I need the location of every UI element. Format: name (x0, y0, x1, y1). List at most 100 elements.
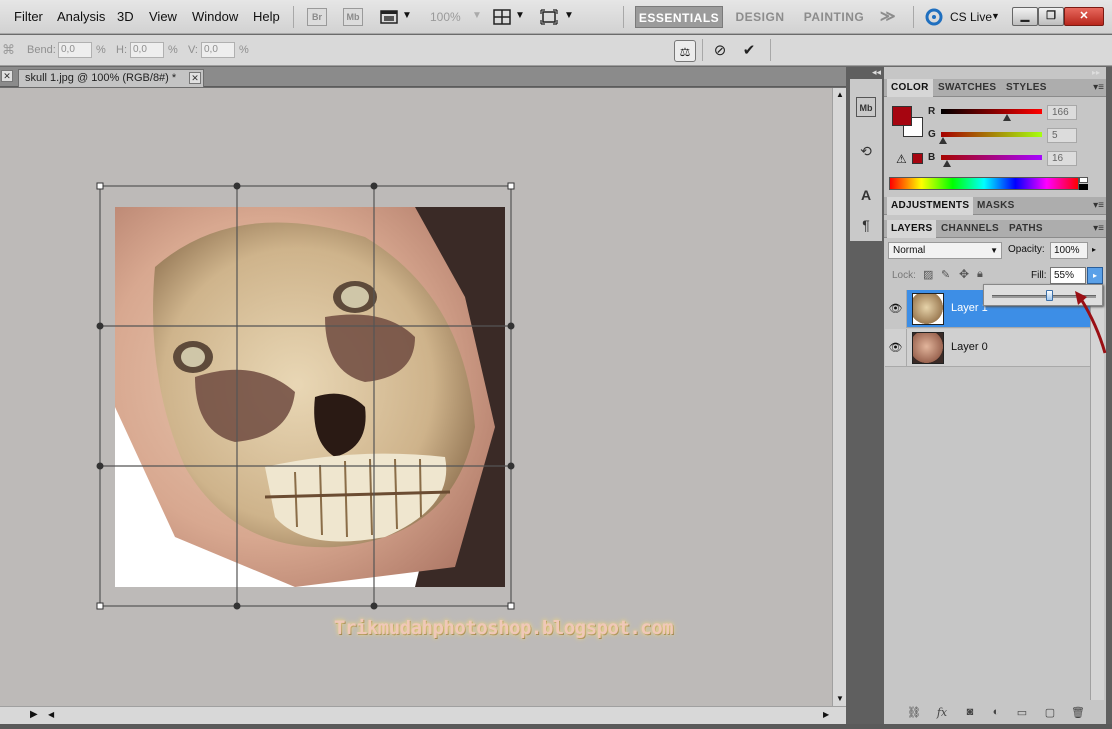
red-slider[interactable] (941, 109, 1042, 114)
menu-window[interactable]: Window (192, 9, 238, 24)
menu-3d[interactable]: 3D (117, 9, 134, 24)
v-distortion-field[interactable]: 0,0 (201, 42, 235, 58)
character-panel-button[interactable]: A (856, 185, 876, 205)
warp-mode-button[interactable]: ⚖ (674, 40, 696, 62)
bridge-button[interactable]: Br (307, 8, 327, 26)
cancel-transform-button[interactable]: ⊘ (709, 40, 731, 62)
close-window-button[interactable]: ✕ (1064, 7, 1104, 26)
green-slider-thumb[interactable] (938, 137, 947, 144)
panel-icon-column: Mb ⟲ A ¶ (850, 79, 882, 241)
fill-slider-thumb[interactable] (1046, 290, 1054, 301)
canvas-area[interactable] (0, 88, 832, 706)
status-bar (0, 724, 1112, 729)
menu-help[interactable]: Help (253, 9, 280, 24)
fill-field[interactable]: 55% (1050, 267, 1086, 284)
close-icon[interactable]: ✕ (1, 70, 13, 82)
zoom-level[interactable]: 100% (430, 10, 461, 24)
opacity-slider-arrow-icon[interactable]: ▸ (1092, 245, 1096, 254)
tab-color[interactable]: COLOR (887, 79, 933, 97)
bend-field[interactable]: 0,0 (58, 42, 92, 58)
vertical-scrollbar[interactable]: ▲ ▼ (832, 88, 846, 706)
tab-swatches[interactable]: SWATCHES (934, 79, 1000, 97)
blue-slider-thumb[interactable] (943, 160, 952, 167)
tab-adjustments[interactable]: ADJUSTMENTS (887, 197, 974, 215)
document-tab[interactable]: skull 1.jpg @ 100% (RGB/8#) * ✕ (18, 69, 204, 87)
horizontal-scrollbar[interactable]: ▶ ◀ ▶ (0, 706, 846, 724)
new-group-icon[interactable]: ▭ (1014, 706, 1030, 720)
cs-live-icon (925, 8, 943, 26)
mini-bridge-button[interactable]: Mb (343, 8, 363, 26)
red-slider-thumb[interactable] (1002, 114, 1011, 121)
blue-channel-label: B (928, 152, 936, 163)
mini-bridge-panel-button[interactable]: Mb (856, 97, 876, 117)
bend-label: Bend: (27, 44, 56, 56)
collapse-panels-icon[interactable]: ◂◂ (872, 67, 881, 78)
opacity-label: Opacity: (1008, 244, 1045, 255)
new-layer-icon[interactable]: ▢ (1042, 706, 1058, 720)
blend-mode-select[interactable]: Normal ▼ (888, 242, 1002, 259)
tab-paths[interactable]: PATHS (1005, 220, 1047, 238)
scroll-right-icon[interactable]: ▶ (823, 710, 829, 719)
foreground-color-swatch[interactable] (892, 106, 912, 126)
tab-masks[interactable]: MASKS (973, 197, 1019, 215)
scroll-left-icon[interactable]: ◀ (48, 710, 54, 719)
link-layers-icon[interactable]: ⛓ (906, 706, 922, 720)
panel-menu-icon[interactable]: ▾≡ (1093, 200, 1104, 211)
scroll-down-icon[interactable]: ▼ (836, 694, 844, 703)
more-workspaces-button[interactable]: ≫ (878, 6, 898, 28)
blue-slider[interactable] (941, 155, 1042, 160)
gamut-warning-swatch[interactable] (912, 153, 923, 164)
tab-layers[interactable]: LAYERS (887, 220, 937, 238)
blue-value-field[interactable]: 16 (1047, 151, 1077, 166)
warning-icon: ⚠ (896, 152, 907, 166)
expand-panels-icon[interactable]: ▸▸ (1092, 68, 1100, 77)
black-swatch[interactable] (1079, 184, 1088, 190)
history-panel-button[interactable]: ⟲ (856, 141, 876, 161)
layer-row-layer-0[interactable]: 👁︎ Layer 0 (885, 329, 1090, 367)
lock-image-icon[interactable]: ✎ (941, 268, 950, 281)
warp-mode-icon: ⚖ (679, 45, 691, 59)
commit-transform-button[interactable]: ✔ (738, 40, 760, 62)
delete-layer-icon[interactable]: 🗑︎ (1070, 706, 1086, 720)
h-distortion-field[interactable]: 0,0 (130, 42, 164, 58)
opacity-field[interactable]: 100% (1050, 242, 1088, 259)
workspace-design[interactable]: DESIGN (731, 6, 789, 28)
layer-thumbnail (912, 293, 944, 325)
lock-transparent-icon[interactable]: ▨ (923, 268, 933, 281)
warp-grid[interactable] (0, 88, 832, 706)
red-value-field[interactable]: 166 (1047, 105, 1077, 120)
color-spectrum-bar[interactable] (889, 177, 1079, 190)
view-extras-button[interactable] (380, 9, 398, 25)
arrange-documents-button[interactable] (493, 9, 511, 25)
play-icon[interactable]: ▶ (30, 709, 38, 720)
visibility-eye-icon[interactable]: 👁︎ (885, 329, 907, 367)
panel-menu-icon[interactable]: ▾≡ (1093, 82, 1104, 93)
restore-button[interactable]: ❐ (1038, 7, 1064, 26)
fill-slider-toggle[interactable]: ▸ (1087, 267, 1103, 284)
visibility-eye-icon[interactable]: 👁︎ (885, 290, 907, 328)
white-swatch[interactable] (1079, 177, 1088, 183)
menu-analysis[interactable]: Analysis (57, 9, 105, 24)
workspace-painting[interactable]: PAINTING (800, 6, 868, 28)
paragraph-panel-button[interactable]: ¶ (856, 215, 876, 235)
layer-style-icon[interactable]: fx (934, 706, 950, 720)
adjustment-layer-icon[interactable]: ◐ (988, 706, 1004, 720)
lock-all-icon[interactable]: 🔒︎ (977, 268, 983, 281)
minimize-button[interactable]: ▁ (1012, 7, 1038, 26)
green-slider[interactable] (941, 132, 1042, 137)
bend-unit: % (96, 44, 106, 56)
layer-name[interactable]: Layer 0 (951, 341, 988, 353)
scroll-up-icon[interactable]: ▲ (836, 90, 844, 99)
lock-position-icon[interactable]: ✥ (959, 267, 969, 281)
add-mask-icon[interactable]: ◙ (962, 706, 978, 720)
panel-menu-icon[interactable]: ▾≡ (1093, 223, 1104, 234)
tab-styles[interactable]: STYLES (1002, 79, 1051, 97)
tab-channels[interactable]: CHANNELS (937, 220, 1003, 238)
screen-mode-button[interactable] (540, 9, 558, 25)
menu-view[interactable]: View (149, 9, 177, 24)
menu-divider (623, 6, 624, 28)
green-value-field[interactable]: 5 (1047, 128, 1077, 143)
menu-filter[interactable]: Filter (14, 9, 43, 24)
workspace-essentials[interactable]: ESSENTIALS (635, 6, 723, 28)
close-icon[interactable]: ✕ (189, 72, 201, 84)
